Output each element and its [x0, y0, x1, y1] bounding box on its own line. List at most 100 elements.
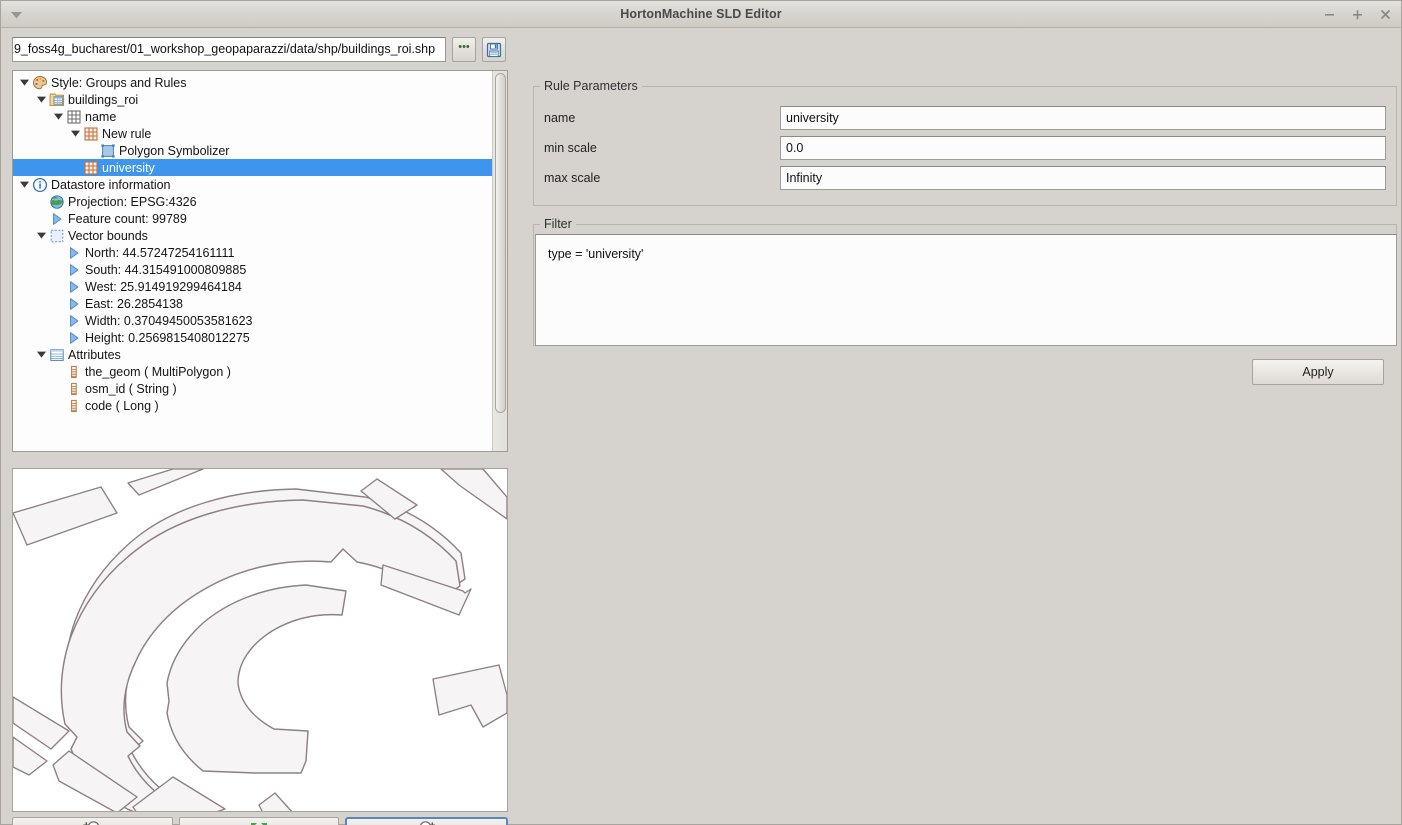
tree-node[interactable]: Attributes — [13, 346, 492, 363]
blue-arrow-icon — [69, 297, 78, 310]
tree-node[interactable]: osm_id ( String ) — [13, 380, 492, 397]
map-preview-panel[interactable] — [12, 468, 508, 812]
left-panel: 19_foss4g_bucharest/01_workshop_geopapar… — [1, 28, 521, 825]
tree-node-icon — [65, 313, 82, 329]
chevron-down-icon[interactable] — [34, 92, 48, 108]
param-row-max-scale: max scale Infinity — [534, 166, 1396, 190]
tree-node-icon — [31, 75, 48, 91]
tree-node-label: name — [85, 109, 117, 124]
blue-arrow-icon — [52, 212, 61, 225]
tree-node-label: South: 44.315491000809885 — [85, 262, 247, 277]
tree-node[interactable]: East: 26.2854138 — [13, 295, 492, 312]
name-label: name — [544, 111, 576, 125]
tree-node-label: East: 26.2854138 — [85, 296, 183, 311]
tree-node[interactable]: the_geom ( MultiPolygon ) — [13, 363, 492, 380]
window-menu-chevron-down-icon[interactable] — [10, 9, 22, 21]
tree-node-label: Feature count: 99789 — [68, 211, 187, 226]
tree-node[interactable]: West: 25.914919299464184 — [13, 278, 492, 295]
floppy-disk-save-icon — [486, 42, 502, 57]
tree-node-icon — [48, 347, 65, 363]
grid-gray-icon — [66, 109, 81, 124]
full-extent-arrows-icon — [251, 823, 267, 825]
tree-node-icon — [65, 398, 82, 414]
chevron-down-icon[interactable] — [68, 126, 82, 142]
tree-node-icon — [65, 296, 82, 312]
min-scale-label: min scale — [544, 141, 597, 155]
name-input[interactable]: university — [780, 106, 1386, 130]
tree-node-label: Datastore information — [51, 177, 171, 192]
tree-node-icon — [48, 211, 65, 227]
tree-node[interactable]: Width: 0.37049450053581623 — [13, 312, 492, 329]
chevron-down-icon[interactable] — [34, 228, 48, 244]
tree-node-icon — [82, 126, 99, 142]
grid-orange-icon — [83, 160, 98, 175]
tree-node-icon — [65, 262, 82, 278]
chevron-down-icon[interactable] — [34, 347, 48, 363]
tree-node[interactable]: Feature count: 99789 — [13, 210, 492, 227]
tree-node[interactable]: Datastore information — [13, 176, 492, 193]
style-tree-panel: Style: Groups and Rules buildings_roiname… — [12, 70, 508, 452]
rule-parameters-legend: Rule Parameters — [540, 79, 642, 93]
minimize-button[interactable] — [1322, 7, 1337, 22]
tree-node-label: buildings_roi — [68, 92, 139, 107]
save-button[interactable] — [482, 37, 506, 62]
tree-node[interactable]: Polygon Symbolizer — [13, 142, 492, 159]
tree-node-label: Attributes — [68, 347, 121, 362]
blue-arrow-icon — [69, 246, 78, 259]
tree-vertical-scrollbar[interactable] — [492, 71, 507, 451]
tree-node-label: Vector bounds — [68, 228, 148, 243]
tree-node-label: osm_id ( String ) — [85, 381, 177, 396]
tree-node[interactable]: Projection: EPSG:4326 — [13, 193, 492, 210]
zoom-full-extent-button[interactable] — [178, 817, 340, 825]
tree-node[interactable]: North: 44.57247254161111 — [13, 244, 492, 261]
map-preview-render — [13, 469, 507, 811]
tree-node-label: Height: 0.2569815408012275 — [85, 330, 250, 345]
window-controls — [1322, 1, 1393, 28]
min-scale-input[interactable]: 0.0 — [780, 136, 1386, 160]
tree-node-selected[interactable]: university — [13, 159, 492, 176]
globe-icon — [49, 194, 64, 209]
magnifier-plus-icon — [83, 821, 100, 825]
tree-node-label: Style: Groups and Rules — [51, 75, 187, 90]
close-button[interactable] — [1378, 7, 1393, 22]
tree-node-label: North: 44.57247254161111 — [85, 245, 235, 260]
tree-node[interactable]: name — [13, 108, 492, 125]
max-scale-input[interactable]: Infinity — [780, 166, 1386, 190]
right-panel: Rule Parameters name university min scal… — [521, 28, 1401, 824]
tree-node-label: Polygon Symbolizer — [119, 143, 230, 158]
polygon-symbolizer-icon — [100, 143, 115, 158]
tree-scrollbar-thumb[interactable] — [495, 73, 506, 413]
tree-node-label: West: 25.914919299464184 — [85, 279, 242, 294]
apply-button[interactable]: Apply — [1252, 359, 1384, 385]
tree-node-icon — [65, 364, 82, 380]
tree-node[interactable]: Height: 0.2569815408012275 — [13, 329, 492, 346]
chevron-down-icon[interactable] — [51, 109, 65, 125]
magnifier-minus-icon — [419, 821, 435, 825]
tree-node-icon — [31, 177, 48, 193]
maximize-button[interactable] — [1350, 7, 1365, 22]
file-path-input[interactable]: 19_foss4g_bucharest/01_workshop_geopapar… — [12, 37, 446, 62]
tree-node-icon — [65, 109, 82, 125]
tree-node[interactable]: Style: Groups and Rules — [13, 74, 492, 91]
tree-node[interactable]: New rule — [13, 125, 492, 142]
chevron-down-icon[interactable] — [17, 75, 31, 91]
zoom-in-button[interactable] — [12, 817, 173, 825]
tree-node[interactable]: code ( Long ) — [13, 397, 492, 414]
tree-node-label: university — [102, 160, 155, 175]
tree-node[interactable]: Vector bounds — [13, 227, 492, 244]
param-row-min-scale: min scale 0.0 — [534, 136, 1396, 160]
table-icon — [49, 348, 64, 361]
filter-group: Filter type = 'university' — [533, 217, 1397, 346]
tree-node-label: Projection: EPSG:4326 — [68, 194, 197, 209]
zoom-out-button[interactable] — [345, 817, 509, 825]
tree-node[interactable]: buildings_roi — [13, 91, 492, 108]
title-bar: HortonMachine SLD Editor — [1, 1, 1401, 28]
browse-button[interactable]: ••• — [452, 37, 476, 62]
blue-arrow-icon — [69, 331, 78, 344]
tree-node[interactable]: South: 44.315491000809885 — [13, 261, 492, 278]
filter-textarea[interactable]: type = 'university' — [535, 234, 1397, 346]
chevron-down-icon[interactable] — [17, 177, 31, 193]
map-toolbar — [12, 817, 509, 825]
tree-node-icon — [48, 194, 65, 210]
ellipsis-icon: ••• — [458, 40, 470, 53]
